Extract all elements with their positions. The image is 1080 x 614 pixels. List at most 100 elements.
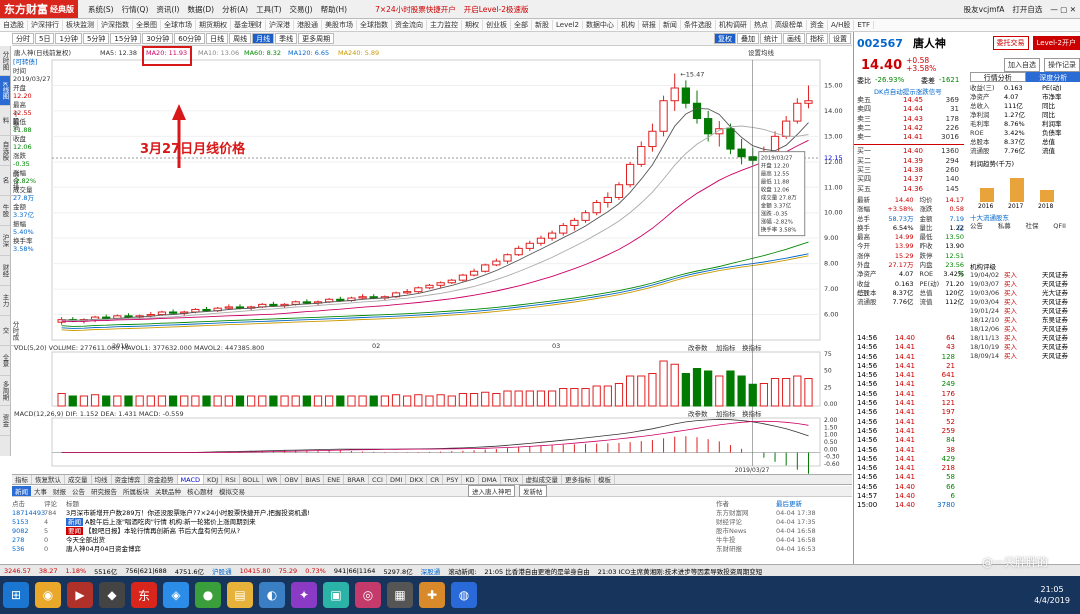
period-5min[interactable]: 5分钟: [82, 33, 110, 44]
ind-tab[interactable]: BOLL: [240, 475, 264, 484]
record-button[interactable]: 操作记录: [1044, 58, 1080, 72]
bid-price[interactable]: 14.37: [885, 175, 923, 184]
rating-row[interactable]: 18/12/06 买入 天风证券: [970, 325, 1080, 334]
ind-tab[interactable]: 恢复默认: [32, 475, 65, 484]
news-tab[interactable]: 财报: [50, 486, 69, 496]
news-tab[interactable]: 模拟交易: [216, 486, 248, 496]
news-row[interactable]: 536 0 唐人神04月04日资金博弈 东财研报 04-04 16:53: [12, 545, 852, 554]
rating-row[interactable]: 19/03/04 买入 天风证券: [970, 298, 1080, 307]
rating-row[interactable]: 18/12/10 买入 东吴证券: [970, 316, 1080, 325]
fn-item[interactable]: 板块监测: [63, 20, 98, 30]
ind-tab[interactable]: WR: [263, 475, 282, 484]
indicator-button[interactable]: 指标: [806, 33, 828, 44]
fn-item[interactable]: ETF: [854, 21, 875, 29]
fn-item[interactable]: 沪深指数: [98, 20, 133, 30]
ind-tab[interactable]: MACD: [177, 475, 204, 484]
stats-button[interactable]: 统计: [760, 33, 782, 44]
ind-tab[interactable]: 成交量: [65, 475, 92, 484]
fn-item[interactable]: 期货期权: [196, 20, 231, 30]
overlay-button[interactable]: 叠加: [737, 33, 759, 44]
media-icon[interactable]: ▶: [67, 582, 93, 608]
news-tab[interactable]: 所属板块: [120, 486, 152, 496]
fn-item[interactable]: 创业板: [483, 20, 511, 30]
fn-item[interactable]: 全球市场: [161, 20, 196, 30]
news-title[interactable]: 3月深市新增开户数289万！你还没股票账户?7×24小时股票快捷开户,把握投资机…: [66, 509, 716, 518]
period-5day[interactable]: 5日: [35, 33, 55, 44]
menu-trade[interactable]: 交易(J): [286, 4, 317, 15]
news-title-cell[interactable]: 新闻 A股午后上涨"唱酒吃肉"行情 机构:新一轮猪价上涨周期到来: [66, 518, 716, 527]
menu-help[interactable]: 帮助(H): [317, 4, 352, 15]
user-name[interactable]: 股友vcjmfA: [960, 4, 1009, 15]
period-week[interactable]: 周线: [229, 33, 252, 44]
fn-item[interactable]: 美股市场: [322, 20, 357, 30]
left-tab[interactable]: 自选股: [0, 136, 10, 166]
ind-tab[interactable]: ENE: [324, 475, 345, 484]
ind-tab[interactable]: DMA: [479, 475, 501, 484]
ind-tab[interactable]: 虚拟成交量: [523, 475, 563, 484]
menu-system[interactable]: 系统(S): [84, 4, 118, 15]
fn-item[interactable]: 沪深排行: [28, 20, 63, 30]
news-row[interactable]: 9082 5 要闻 【股吧日报】本轮行情再创新高 节后大盘有何去何从? 股市News 04…: [12, 527, 852, 536]
news-title[interactable]: A股午后上涨"唱酒吃肉"行情 机构:新一轮猪价上涨周期到来: [85, 518, 256, 526]
news-title[interactable]: 唐人神04月04日资金博弈: [66, 545, 716, 554]
fn-item[interactable]: 新股: [532, 20, 553, 30]
fn-item[interactable]: 港股通: [294, 20, 322, 30]
fn-item[interactable]: 期权: [462, 20, 483, 30]
fn-item[interactable]: 新闻: [660, 20, 681, 30]
ask-price[interactable]: 14.45: [885, 96, 923, 105]
left-tab[interactable]: 分时图: [0, 46, 10, 76]
ind-tab[interactable]: 资金趋势: [145, 475, 178, 484]
tick-list[interactable]: 14:56 14.40 64 14:56 14.41 43 14:56 14.41 128 …: [854, 334, 964, 511]
col-updated[interactable]: 最后更新: [776, 498, 836, 508]
menu-quote[interactable]: 行情(Q): [118, 4, 153, 15]
period-30min[interactable]: 30分钟: [142, 33, 174, 44]
ask-price[interactable]: 14.44: [885, 105, 923, 114]
news-title[interactable]: 【股吧日报】本轮行情再创新高 节后大盘有何去何从?: [85, 527, 240, 535]
left-tab[interactable]: 全景: [0, 346, 10, 376]
chrome-icon[interactable]: ●: [195, 582, 221, 608]
ask-price[interactable]: 14.42: [885, 124, 923, 133]
scroll-news-1[interactable]: 21:05 比香港自由更难的是单身自由: [480, 566, 593, 576]
ind-tab[interactable]: 更多指标: [562, 475, 596, 484]
news-tab[interactable]: 关联品种: [152, 486, 184, 496]
rating-row[interactable]: 18/09/14 买入 天风证券: [970, 352, 1080, 361]
fn-item[interactable]: 主力监控: [427, 20, 462, 30]
bid-price[interactable]: 14.36: [885, 185, 923, 194]
fn-item[interactable]: 全部: [511, 20, 532, 30]
left-tab[interactable]: 财经: [0, 256, 10, 286]
bid-price[interactable]: 14.39: [885, 157, 923, 166]
hgt-label[interactable]: 沪股通: [208, 566, 236, 576]
period-month[interactable]: 月线: [252, 33, 275, 44]
left-tab[interactable]: 沪深: [0, 226, 10, 256]
news-title-cell[interactable]: 要闻 【股吧日报】本轮行情再创新高 节后大盘有何去何从?: [66, 527, 716, 536]
bid-price[interactable]: 14.38: [885, 166, 923, 175]
promo-link-2[interactable]: 开启Level-2极速版: [460, 4, 533, 15]
left-tab[interactable]: 牛股: [0, 196, 10, 226]
fin-tab[interactable]: 行情分析: [970, 72, 1026, 82]
period-quarter[interactable]: 季线: [275, 33, 298, 44]
l2-open-button[interactable]: Level-2开户: [1032, 36, 1080, 50]
fn-item[interactable]: 沪深港: [266, 20, 294, 30]
fn-item[interactable]: 高级榜单: [772, 20, 807, 30]
trade-button[interactable]: 委托交易: [992, 36, 1029, 50]
left-tab[interactable]: 资金: [0, 406, 10, 436]
ind-tab[interactable]: KDJ: [204, 475, 223, 484]
scroll-news-2[interactable]: 21:03 ICO主席黄湘刚:技术进步等因素导致投资周期变短: [594, 566, 767, 576]
ind-tab[interactable]: TRIX: [501, 475, 523, 484]
app-icon[interactable]: ◐: [259, 582, 285, 608]
app-icon[interactable]: ◎: [355, 582, 381, 608]
new-post-button[interactable]: 发新帖: [519, 485, 547, 497]
ind-tab[interactable]: CCI: [369, 475, 387, 484]
menu-analysis[interactable]: 分析(A): [218, 4, 252, 15]
fn-item[interactable]: 资金: [807, 20, 828, 30]
menu-tools[interactable]: 工具(T): [252, 4, 285, 15]
rating-row[interactable]: 18/10/19 买入 天风证券: [970, 343, 1080, 352]
rating-row[interactable]: 19/04/02 买入 天风证券: [970, 271, 1080, 280]
fn-item[interactable]: A/H股: [828, 20, 855, 30]
fn-item[interactable]: 数据中心: [583, 20, 618, 30]
fn-item[interactable]: 机构: [618, 20, 639, 30]
promo-link-1[interactable]: 7×24小时股票快捷开户: [371, 4, 460, 15]
ind-tab[interactable]: RSI: [222, 475, 240, 484]
window-controls-icon[interactable]: — ▢ ✕: [1046, 5, 1080, 14]
period-more[interactable]: 更多周期: [298, 33, 335, 44]
